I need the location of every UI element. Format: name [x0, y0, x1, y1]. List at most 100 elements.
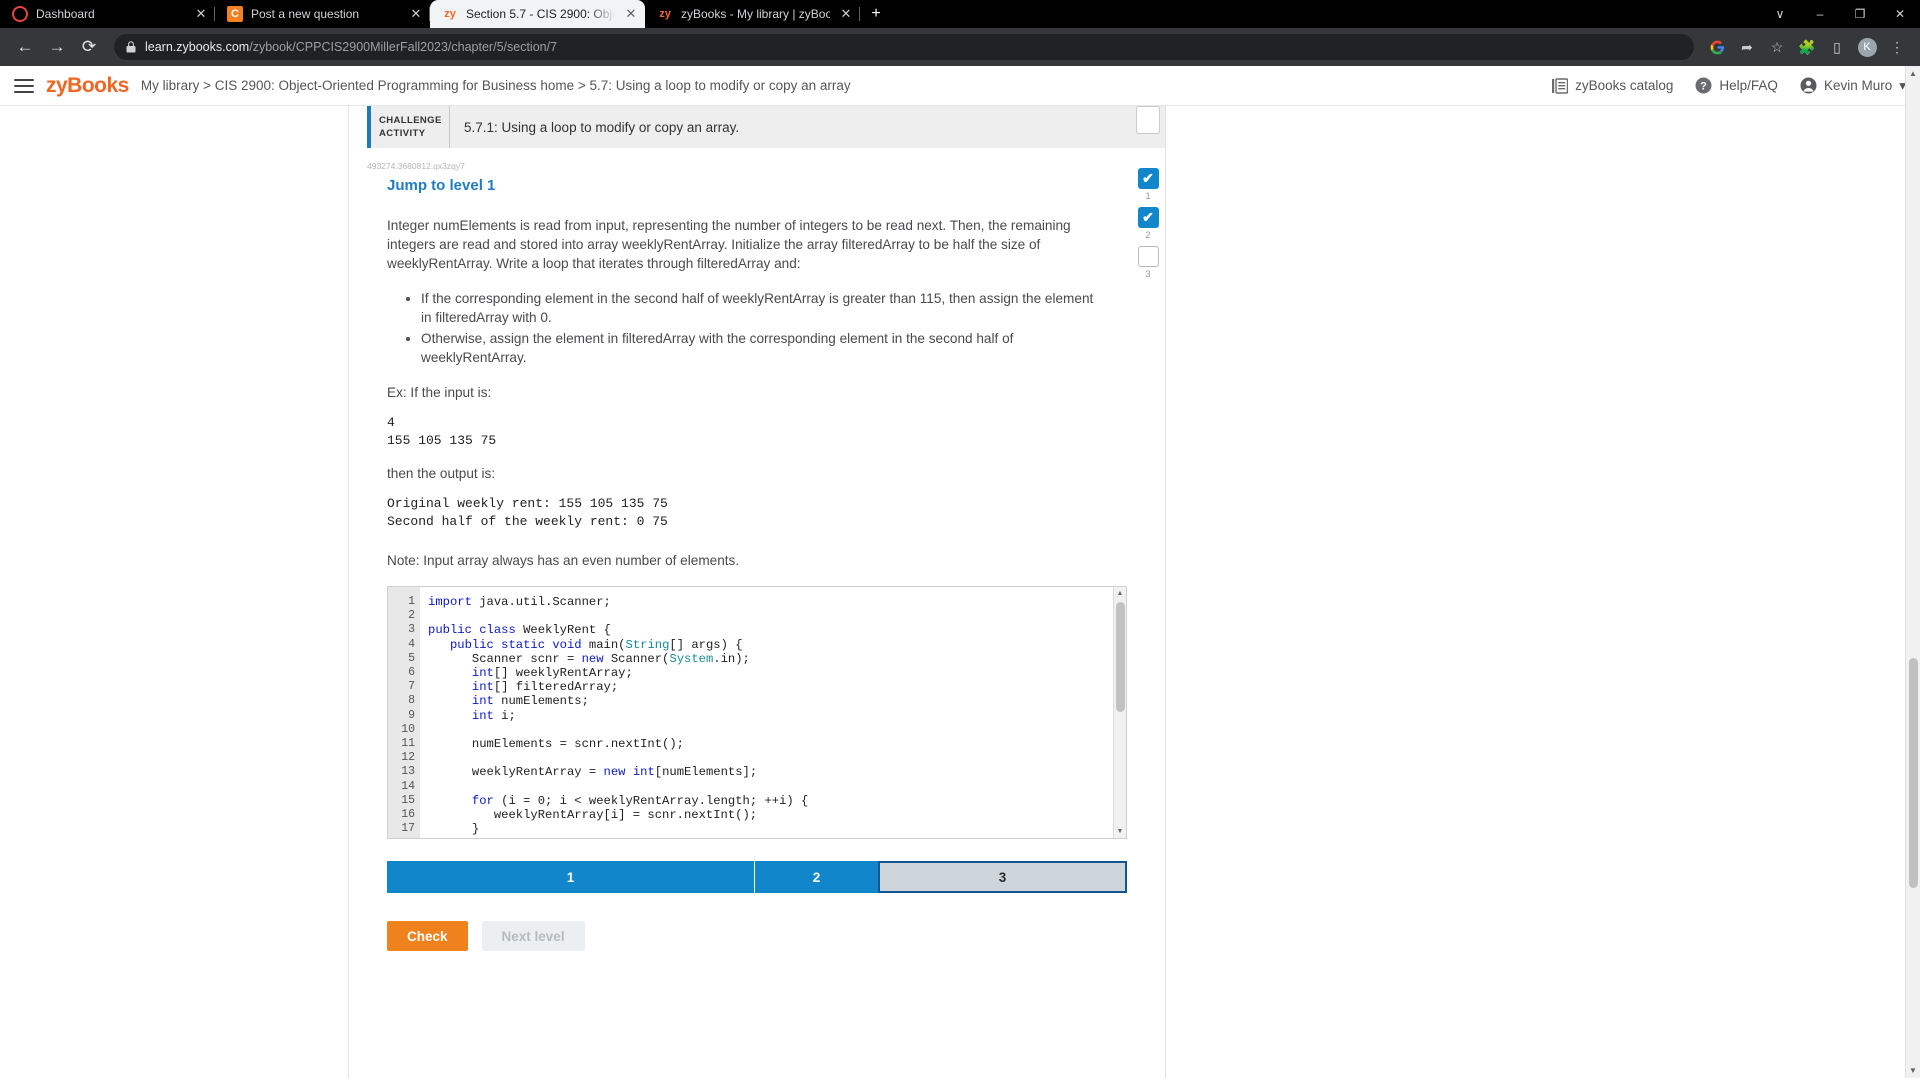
stackoverflow-c-icon: C — [227, 6, 243, 22]
profile-avatar-icon[interactable]: K — [1854, 34, 1880, 60]
page-scrollbar-thumb[interactable] — [1909, 658, 1918, 888]
line-number: 11 — [401, 737, 415, 751]
activity-collapse-box[interactable] — [1136, 106, 1160, 134]
challenge-activity-header: CHALLENGE ACTIVITY 5.7.1: Using a loop t… — [367, 106, 1165, 148]
progress-checkbox-empty[interactable] — [1137, 246, 1159, 267]
code-text-area[interactable]: import java.util.Scanner; public class W… — [420, 587, 1113, 838]
back-icon[interactable]: ← — [10, 32, 40, 62]
forward-icon[interactable]: → — [42, 32, 72, 62]
tab-search-chevron-icon[interactable]: ∨ — [1760, 0, 1800, 28]
close-icon[interactable]: ✕ — [623, 6, 639, 22]
browser-tab[interactable]: Dashboard ✕ — [0, 0, 215, 28]
progress-checkbox-checked[interactable]: ✔ — [1137, 207, 1159, 228]
code-token: Scanner( — [603, 651, 670, 666]
scrollbar-thumb[interactable] — [1116, 602, 1125, 712]
close-icon[interactable]: ✕ — [193, 6, 209, 22]
close-icon[interactable]: ✕ — [838, 6, 854, 22]
line-number: 3 — [408, 623, 415, 637]
side-panel-icon[interactable]: ▯ — [1824, 34, 1850, 60]
progress-number: 3 — [1145, 269, 1151, 280]
progress-slot-2: ✔ 2 — [1137, 207, 1159, 241]
code-token: numElements = scnr.nextInt(); — [428, 736, 684, 751]
level-segment-2[interactable]: 2 — [755, 861, 878, 893]
browser-tab-active[interactable]: zy Section 5.7 - CIS 2900: Object-O ✕ — [430, 0, 645, 28]
zybooks-logo[interactable]: zyBooks — [46, 74, 129, 98]
code-token: WeeklyRent { — [515, 623, 611, 638]
page-viewport: zyBooks My library > CIS 2900: Object-Or… — [0, 66, 1920, 1078]
close-icon[interactable]: ✕ — [408, 6, 424, 22]
page-scroll-down-icon[interactable]: ▼ — [1906, 1063, 1920, 1078]
reload-icon[interactable]: ⟳ — [74, 32, 104, 62]
line-number: 4 — [408, 637, 415, 651]
code-token: int — [471, 680, 494, 695]
code-token: int — [471, 708, 494, 723]
level-segment-1[interactable]: 1 — [387, 861, 755, 893]
progress-number: 1 — [1145, 191, 1151, 202]
progress-checkbox-rail: ✔ 1 ✔ 2 3 — [1128, 106, 1168, 280]
line-number: 6 — [408, 666, 415, 680]
code-token: [numElements]; — [654, 765, 758, 780]
user-menu[interactable]: Kevin Muro ▾ — [1800, 77, 1906, 94]
share-icon[interactable]: ➦ — [1734, 34, 1760, 60]
address-bar[interactable]: learn.zybooks.com/zybook/CPPCIS2900Mille… — [114, 34, 1694, 60]
google-icon[interactable] — [1704, 34, 1730, 60]
user-name: Kevin Muro — [1823, 78, 1893, 93]
zybooks-icon: zy — [444, 7, 456, 20]
code-line: int[] weeklyRentArray; — [428, 666, 1113, 680]
code-token: public static void — [449, 637, 582, 652]
help-faq-link[interactable]: ? Help/FAQ — [1695, 77, 1778, 94]
code-line: numElements = scnr.nextInt(); — [428, 737, 1113, 751]
level-segment-3-current[interactable]: 3 — [878, 861, 1127, 893]
browser-tab[interactable]: C Post a new question ✕ — [215, 0, 430, 28]
activity-description: Integer numElements is read from input, … — [387, 218, 1071, 271]
chrome-menu-icon[interactable]: ⋮ — [1884, 34, 1910, 60]
line-number-gutter: 1 2 3 4 5 6 7 8 9 10 11 12 13 14 15 16 17 — [388, 587, 420, 838]
action-button-row: Check Next level — [387, 921, 1145, 951]
browser-tab[interactable]: zy zyBooks - My library | zyBooks ✕ — [645, 0, 860, 28]
scroll-up-icon[interactable]: ▲ — [1114, 587, 1126, 600]
code-line: for (i = 0; i < weeklyRentArray.length; … — [428, 794, 1113, 808]
scroll-down-icon[interactable]: ▼ — [1114, 825, 1126, 838]
progress-checkbox-checked[interactable]: ✔ — [1137, 168, 1159, 189]
activity-content-column: CHALLENGE ACTIVITY 5.7.1: Using a loop t… — [348, 106, 1166, 1078]
activity-id: 493274.3680812.qx3zqy7 — [367, 161, 465, 171]
line-number: 13 — [401, 765, 415, 779]
code-token: new — [603, 765, 626, 780]
bookmark-star-icon[interactable]: ☆ — [1764, 34, 1790, 60]
code-token: .in); — [713, 651, 750, 666]
code-editor[interactable]: 1 2 3 4 5 6 7 8 9 10 11 12 13 14 15 16 17 import java.ut… — [387, 586, 1127, 839]
zybooks-header: zyBooks My library > CIS 2900: Object-Or… — [0, 66, 1920, 106]
page-scrollbar[interactable]: ▲ ▼ — [1905, 66, 1920, 1078]
close-window-button[interactable]: ✕ — [1880, 0, 1920, 28]
code-token: [] filteredArray; — [493, 680, 619, 695]
jump-to-level-heading[interactable]: Jump to level 1 — [349, 171, 1165, 194]
tab-title: Post a new question — [251, 7, 360, 21]
editor-scrollbar[interactable]: ▲ ▼ — [1113, 587, 1126, 838]
user-avatar-icon — [1800, 77, 1817, 94]
progress-slot-3: 3 — [1137, 246, 1159, 280]
breadcrumb[interactable]: My library > CIS 2900: Object-Oriented P… — [141, 78, 851, 93]
code-token: int — [471, 694, 494, 709]
code-token: (i = 0; i < weeklyRentArray.length; ++i)… — [493, 793, 809, 808]
zybooks-catalog-link[interactable]: zyBooks catalog — [1552, 77, 1673, 94]
check-button[interactable]: Check — [387, 921, 468, 951]
code-line: Scanner scnr = new Scanner(System.in); — [428, 652, 1113, 666]
page-scroll-up-icon[interactable]: ▲ — [1906, 66, 1920, 81]
tab-title: Dashboard — [36, 7, 95, 21]
restore-button[interactable]: ❐ — [1840, 0, 1880, 28]
new-tab-button[interactable]: + — [862, 0, 890, 28]
extensions-puzzle-icon[interactable]: 🧩 — [1794, 34, 1820, 60]
scroll-region: CHALLENGE ACTIVITY 5.7.1: Using a loop t… — [0, 106, 1920, 1078]
code-token: System — [669, 651, 714, 666]
minimize-button[interactable]: – — [1800, 0, 1840, 28]
activity-note: Note: Input array always has an even num… — [387, 553, 740, 568]
line-number: 2 — [408, 609, 415, 623]
hamburger-menu-icon[interactable] — [14, 78, 34, 93]
